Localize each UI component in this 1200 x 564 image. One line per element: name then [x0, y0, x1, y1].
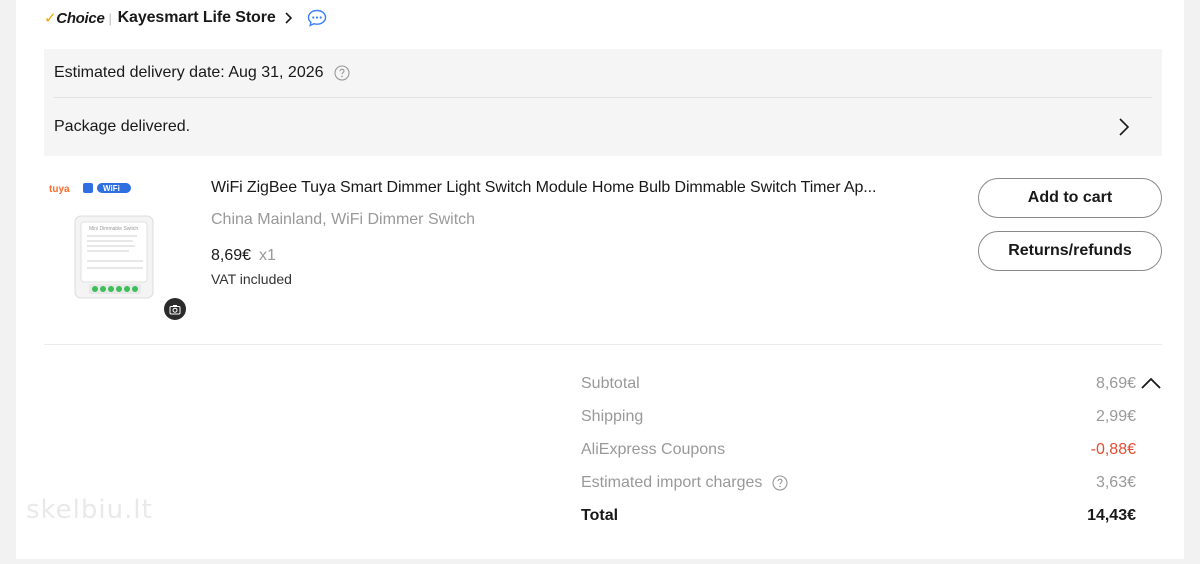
chevron-right-icon[interactable]: [284, 12, 293, 24]
estimated-delivery-text: Estimated delivery date: Aug 31, 2026: [54, 64, 324, 81]
product-quantity: x1: [259, 247, 276, 264]
package-status-text: Package delivered.: [54, 118, 191, 135]
divider: |: [108, 10, 112, 26]
summary-row-import-charges: Estimated import charges 3,63€: [581, 468, 1136, 501]
store-name-link[interactable]: Kayesmart Life Store: [118, 9, 276, 27]
summary-value: -0,88€: [1090, 441, 1136, 458]
summary-label: Estimated import charges: [581, 474, 763, 491]
summary-row-coupons: AliExpress Coupons -0,88€: [581, 435, 1136, 468]
package-status-row[interactable]: Package delivered.: [54, 98, 1152, 156]
store-header: ✓ Choice | Kayesmart Life Store: [44, 7, 327, 29]
summary-value: 3,63€: [1095, 474, 1136, 491]
summary-row-subtotal: Subtotal 8,69€: [581, 369, 1136, 402]
delivery-panel: Estimated delivery date: Aug 31, 2026 Pa…: [44, 49, 1162, 156]
summary-row-total: Total 14,43€: [581, 501, 1136, 534]
chevron-right-icon[interactable]: [1118, 117, 1130, 137]
order-summary: Subtotal 8,69€ Shipping 2,99€ AliExpress…: [581, 369, 1136, 534]
summary-label: AliExpress Coupons: [581, 441, 726, 458]
chat-icon[interactable]: [307, 9, 327, 27]
order-card: ✓ Choice | Kayesmart Life Store Estimated …: [16, 0, 1184, 559]
summary-row-shipping: Shipping 2,99€: [581, 402, 1136, 435]
summary-label-wrap: Estimated import charges: [581, 474, 788, 492]
product-price-row: 8,69€ x1: [211, 247, 276, 265]
chevron-up-icon[interactable]: [1140, 376, 1162, 390]
choice-label: Choice: [56, 9, 105, 27]
product-variant: China Mainland, WiFi Dimmer Switch: [211, 211, 476, 228]
summary-label: Subtotal: [581, 375, 640, 392]
tuya-logo: tuya: [49, 184, 70, 195]
choice-badge: ✓ Choice |: [44, 9, 118, 28]
help-icon[interactable]: [333, 65, 350, 81]
summary-value: 2,99€: [1095, 408, 1136, 425]
add-to-cart-button[interactable]: Add to cart: [978, 178, 1162, 218]
product-price: 8,69€: [211, 247, 252, 264]
watermark: skelbiu.lt: [26, 495, 153, 525]
summary-label: Shipping: [581, 408, 644, 425]
estimated-delivery-row: Estimated delivery date: Aug 31, 2026: [54, 49, 350, 97]
total-value: 14,43€: [1087, 507, 1136, 524]
summary-value: 8,69€: [1095, 375, 1136, 392]
vat-note: VAT included: [211, 271, 292, 287]
wifi-badge: WiFi: [103, 184, 120, 193]
total-label: Total: [581, 507, 619, 524]
help-icon[interactable]: [772, 475, 788, 491]
image-caption: Mini Dimmable Switch: [89, 226, 138, 232]
returns-refunds-button[interactable]: Returns/refunds: [978, 231, 1162, 271]
divider: [44, 344, 1162, 345]
camera-icon[interactable]: [164, 298, 186, 320]
checkmark-icon: ✓: [44, 10, 57, 27]
product-title-link[interactable]: WiFi ZigBee Tuya Smart Dimmer Light Swit…: [211, 179, 951, 197]
product-image[interactable]: tuya WiFi Mini Dimmable Switch: [47, 180, 159, 300]
